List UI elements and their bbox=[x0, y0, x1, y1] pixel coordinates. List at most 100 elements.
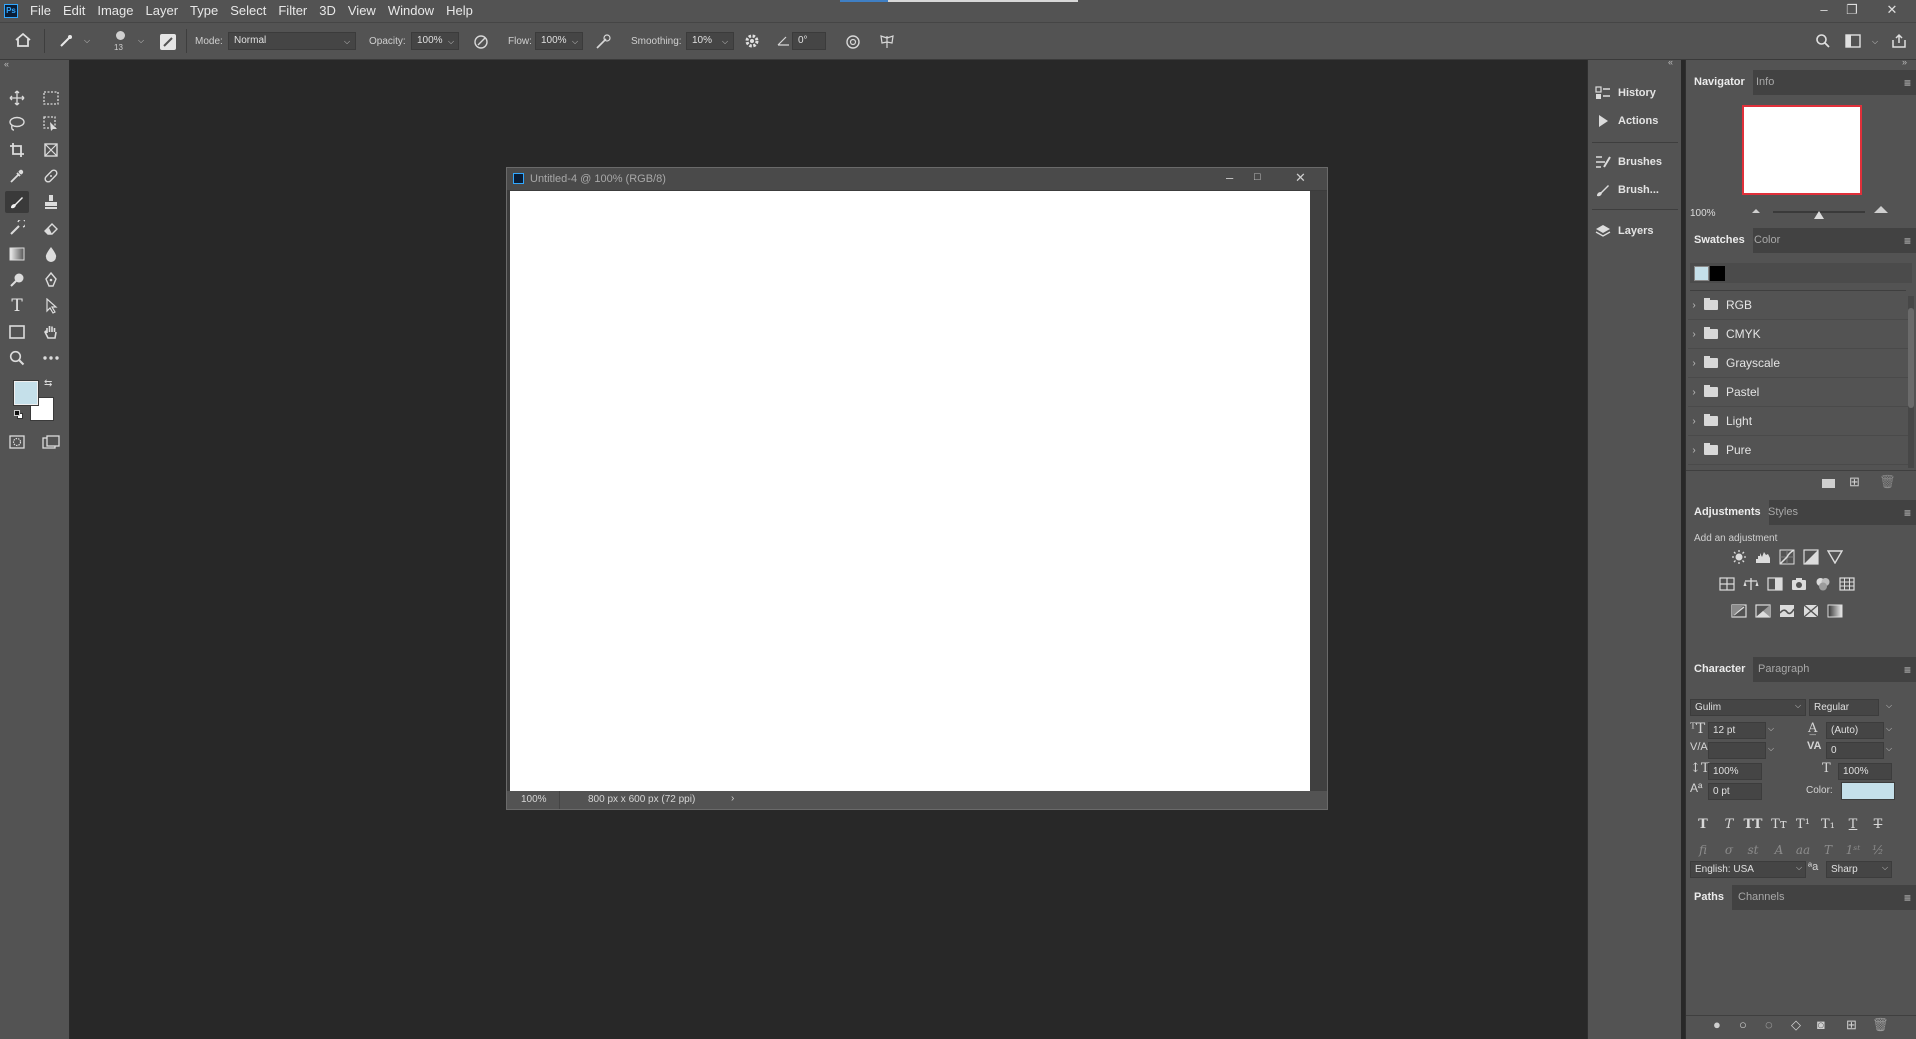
brush-angle-input[interactable]: 0° bbox=[792, 32, 826, 50]
frame-tool-icon[interactable] bbox=[39, 139, 63, 161]
vibrance-icon[interactable] bbox=[1827, 549, 1843, 565]
new-swatch-icon[interactable]: ⊞ bbox=[1849, 474, 1860, 490]
document-maximize-button[interactable]: □ bbox=[1254, 171, 1261, 183]
text-color-swatch[interactable] bbox=[1841, 782, 1895, 800]
menu-layer[interactable]: Layer bbox=[140, 0, 185, 22]
hue-saturation-icon[interactable] bbox=[1719, 576, 1735, 592]
tab-character[interactable]: Character bbox=[1686, 657, 1754, 682]
menu-filter[interactable]: Filter bbox=[272, 0, 313, 22]
symmetry-butterfly-icon[interactable] bbox=[878, 33, 896, 51]
brightness-contrast-icon[interactable] bbox=[1731, 549, 1747, 565]
eraser-tool-icon[interactable] bbox=[39, 217, 63, 239]
menu-type[interactable]: Type bbox=[184, 0, 224, 22]
object-selection-tool-icon[interactable] bbox=[39, 113, 63, 135]
all-caps-button[interactable]: TT bbox=[1742, 817, 1764, 833]
font-size-chevron-down-icon[interactable]: ⌵ bbox=[1768, 724, 1774, 734]
chevron-right-icon[interactable]: › bbox=[1688, 416, 1700, 427]
menu-3d[interactable]: 3D bbox=[313, 0, 342, 22]
swap-colors-icon[interactable]: ⇆ bbox=[44, 378, 52, 389]
brush-tool-icon[interactable] bbox=[5, 191, 29, 213]
swatch-folder-pastel[interactable]: › Pastel bbox=[1688, 378, 1908, 407]
swatch-folder-light[interactable]: › Light bbox=[1688, 407, 1908, 436]
invert-icon[interactable] bbox=[1731, 603, 1747, 619]
gradient-map-icon[interactable] bbox=[1827, 603, 1843, 619]
healing-brush-tool-icon[interactable] bbox=[39, 165, 63, 187]
tab-navigator[interactable]: Navigator bbox=[1686, 70, 1753, 95]
menu-help[interactable]: Help bbox=[440, 0, 479, 22]
brush-preset-icon[interactable] bbox=[58, 33, 74, 49]
delete-swatch-trash-icon[interactable]: 🗑 bbox=[1879, 474, 1896, 490]
tab-info[interactable]: Info bbox=[1748, 70, 1782, 95]
swatches-scrollbar[interactable] bbox=[1908, 296, 1914, 468]
navigator-zoom-slider-thumb[interactable] bbox=[1814, 211, 1824, 219]
dock-actions-button[interactable]: Actions bbox=[1588, 108, 1682, 134]
new-swatch-group-folder-icon[interactable] bbox=[1822, 479, 1835, 488]
app-minimize-button[interactable]: – bbox=[1810, 0, 1838, 22]
contextual-alternates-button[interactable]: T bbox=[1817, 843, 1839, 859]
more-tools-icon[interactable] bbox=[39, 347, 63, 369]
color-balance-icon[interactable] bbox=[1743, 576, 1759, 592]
tracking-input[interactable]: 0 bbox=[1826, 742, 1884, 759]
posterize-icon[interactable] bbox=[1755, 603, 1771, 619]
brush-size-dot-icon[interactable] bbox=[116, 31, 125, 40]
baseline-shift-input[interactable]: 0 pt bbox=[1708, 783, 1762, 800]
fill-path-icon[interactable]: ● bbox=[1713, 1017, 1721, 1032]
menu-file[interactable]: File bbox=[24, 0, 57, 22]
search-icon[interactable] bbox=[1815, 33, 1831, 49]
dock-brush-settings-button[interactable]: Brush... bbox=[1588, 177, 1682, 203]
pressure-size-icon[interactable] bbox=[844, 33, 862, 51]
horizontal-scale-input[interactable]: 100% bbox=[1838, 763, 1892, 780]
zoom-in-icon[interactable] bbox=[1874, 206, 1888, 213]
fractions-button[interactable]: ½ bbox=[1867, 843, 1889, 859]
chevron-right-icon[interactable]: › bbox=[1688, 329, 1700, 340]
menu-edit[interactable]: Edit bbox=[57, 0, 91, 22]
small-caps-button[interactable]: Tт bbox=[1768, 817, 1790, 833]
photo-filter-icon[interactable] bbox=[1791, 576, 1807, 592]
document-canvas[interactable] bbox=[510, 191, 1310, 791]
dodge-tool-icon[interactable] bbox=[5, 269, 29, 291]
menu-select[interactable]: Select bbox=[224, 0, 272, 22]
chevron-right-icon[interactable]: › bbox=[1688, 445, 1700, 456]
superscript-button[interactable]: T¹ bbox=[1792, 817, 1814, 833]
language-select[interactable]: English: USA bbox=[1690, 861, 1806, 878]
photoshop-logo[interactable]: Ps bbox=[4, 4, 18, 18]
strikethrough-button[interactable]: T bbox=[1867, 817, 1889, 833]
workspace-switcher-icon[interactable] bbox=[1845, 34, 1861, 48]
swatch-folder-rgb[interactable]: › RGB bbox=[1688, 291, 1908, 320]
gradient-tool-icon[interactable] bbox=[5, 243, 29, 265]
tracking-chevron-down-icon[interactable]: ⌵ bbox=[1886, 744, 1892, 754]
brush-settings-panel-icon[interactable] bbox=[160, 34, 176, 50]
mode-select[interactable]: Normal bbox=[228, 32, 356, 50]
zoom-out-icon[interactable] bbox=[1752, 209, 1760, 213]
app-restore-button[interactable]: ❐ bbox=[1838, 0, 1866, 22]
ligatures-button[interactable]: fi bbox=[1692, 843, 1714, 859]
faux-bold-button[interactable]: T bbox=[1692, 817, 1714, 833]
titling-alternates-button[interactable]: aa bbox=[1792, 843, 1814, 859]
underline-button[interactable]: T bbox=[1842, 817, 1864, 833]
document-info[interactable]: 800 px x 600 px (72 ppi) bbox=[588, 794, 695, 805]
path-selection-tool-icon[interactable] bbox=[39, 295, 63, 317]
selective-color-icon[interactable] bbox=[1803, 603, 1819, 619]
swatch-folder-pure[interactable]: › Pure bbox=[1688, 436, 1908, 465]
pen-tool-icon[interactable] bbox=[39, 269, 63, 291]
airbrush-icon[interactable] bbox=[594, 33, 612, 51]
rectangle-tool-icon[interactable] bbox=[5, 321, 29, 343]
load-path-as-selection-icon[interactable]: ◌ bbox=[1765, 1017, 1773, 1032]
lasso-tool-icon[interactable] bbox=[5, 113, 29, 135]
font-size-input[interactable]: 12 pt bbox=[1708, 722, 1766, 739]
curves-icon[interactable] bbox=[1779, 549, 1795, 565]
menu-window[interactable]: Window bbox=[382, 0, 440, 22]
swatches-scrollbar-thumb[interactable] bbox=[1908, 308, 1914, 408]
swatches-panel-menu-icon[interactable]: ≡ bbox=[1904, 234, 1911, 248]
levels-icon[interactable] bbox=[1755, 549, 1771, 565]
status-chevron-right-icon[interactable]: › bbox=[731, 793, 734, 804]
faux-italic-button[interactable]: T bbox=[1718, 817, 1740, 833]
ordinals-button[interactable]: 1ˢᵗ bbox=[1842, 843, 1864, 859]
tab-paths[interactable]: Paths bbox=[1686, 885, 1732, 910]
default-colors-icon[interactable] bbox=[14, 410, 24, 420]
font-family-select[interactable]: Gulim bbox=[1690, 699, 1806, 716]
clone-stamp-tool-icon[interactable] bbox=[39, 191, 63, 213]
crop-tool-icon[interactable] bbox=[5, 139, 29, 161]
move-tool-icon[interactable] bbox=[5, 87, 29, 109]
subscript-button[interactable]: T₁ bbox=[1817, 817, 1839, 833]
